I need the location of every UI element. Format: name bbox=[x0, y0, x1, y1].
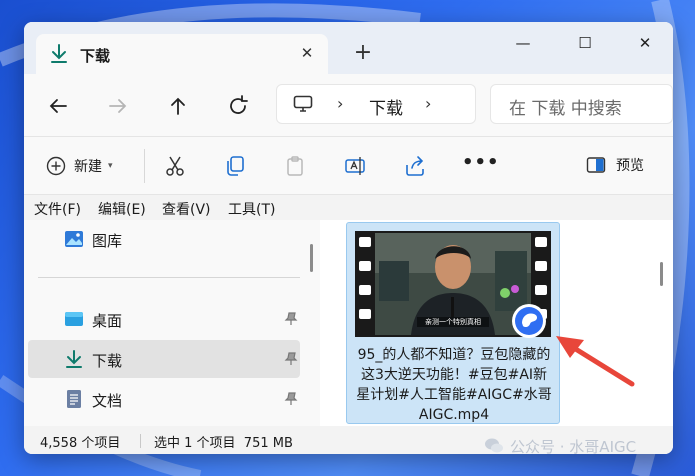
menu-tools[interactable]: 工具(T) bbox=[228, 199, 275, 219]
file-list-pane: 亲测一个特别真相 95_的人都不知道？豆包隐藏的这3大逆天功能！#豆包#AI新星… bbox=[324, 220, 673, 426]
preview-label: 预览 bbox=[616, 158, 644, 174]
divider bbox=[144, 149, 145, 183]
forward-arrow-icon[interactable] bbox=[106, 94, 130, 118]
title-bar: 下载 ✕ + — ☐ ✕ bbox=[24, 22, 673, 74]
menu-edit[interactable]: 编辑(E) bbox=[98, 199, 146, 219]
menu-file[interactable]: 文件(F) bbox=[34, 199, 81, 219]
sidebar-item-downloads[interactable]: 下载 bbox=[28, 340, 300, 378]
paste-icon[interactable] bbox=[284, 155, 306, 177]
search-box[interactable]: 在 下载 中搜索 bbox=[490, 84, 673, 124]
refresh-icon[interactable] bbox=[226, 94, 250, 118]
chevron-down-icon: ▾ bbox=[108, 161, 113, 171]
sidebar-item-label: 图库 bbox=[92, 232, 123, 250]
desktop-icon bbox=[65, 312, 83, 326]
sidebar-item-gallery[interactable]: 图库 bbox=[28, 220, 300, 258]
selection-info: 选中 1 个项目 751 MB bbox=[154, 436, 293, 451]
tab-close-icon[interactable]: ✕ bbox=[298, 44, 316, 62]
pin-icon[interactable] bbox=[284, 392, 298, 406]
download-icon bbox=[51, 44, 67, 63]
more-options-icon[interactable]: ••• bbox=[462, 152, 500, 173]
gallery-icon bbox=[65, 231, 83, 247]
sidebar-item-desktop[interactable]: 桌面 bbox=[28, 300, 300, 338]
file-explorer-window: 下载 ✕ + — ☐ ✕ › 下载 › 在 下载 中搜索 新建 ▾ ••• 预览… bbox=[24, 22, 673, 454]
maximize-icon[interactable]: ☐ bbox=[570, 32, 600, 54]
file-scrollbar[interactable] bbox=[660, 262, 663, 286]
watermark-text: 公众号 · 水哥AIGC bbox=[510, 437, 637, 456]
tab-title: 下载 bbox=[80, 47, 111, 65]
new-tab-icon[interactable]: + bbox=[352, 42, 374, 64]
pin-icon[interactable] bbox=[284, 352, 298, 366]
new-button-label: 新建 bbox=[74, 159, 102, 175]
wechat-icon bbox=[485, 438, 503, 453]
rename-icon[interactable] bbox=[344, 155, 366, 177]
cut-icon[interactable] bbox=[164, 155, 186, 177]
address-bar[interactable]: › 下载 › bbox=[276, 84, 476, 124]
sidebar-item-label: 桌面 bbox=[92, 312, 123, 330]
file-name: 95_的人都不知道？豆包隐藏的这3大逆天功能！#豆包#AI新星计划#人工智能#A… bbox=[356, 347, 552, 423]
tab-downloads[interactable]: 下载 ✕ bbox=[36, 34, 328, 74]
download-icon bbox=[66, 350, 82, 368]
breadcrumb-chevron-icon[interactable]: › bbox=[425, 94, 431, 113]
up-arrow-icon[interactable] bbox=[166, 94, 190, 118]
copy-icon[interactable] bbox=[224, 155, 246, 177]
command-bar: 新建 ▾ ••• 预览 bbox=[24, 136, 673, 194]
sidebar-item-label: 下载 bbox=[92, 352, 123, 370]
preview-pane-icon bbox=[586, 157, 606, 173]
computer-icon bbox=[293, 95, 313, 112]
nav-divider bbox=[38, 277, 300, 278]
menu-view[interactable]: 查看(V) bbox=[162, 199, 211, 219]
divider bbox=[140, 434, 141, 448]
search-input[interactable]: 在 下载 中搜索 bbox=[509, 94, 622, 119]
doubao-app-badge-icon bbox=[512, 304, 546, 338]
sidebar-item-label: 文档 bbox=[92, 392, 123, 410]
watermark: 公众号 · 水哥AIGC bbox=[484, 434, 636, 458]
nav-scrollbar[interactable] bbox=[310, 244, 313, 272]
document-icon bbox=[67, 390, 81, 408]
share-icon[interactable] bbox=[404, 155, 426, 177]
minimize-icon[interactable]: — bbox=[508, 32, 538, 54]
preview-button[interactable]: 预览 bbox=[586, 155, 644, 175]
close-window-icon[interactable]: ✕ bbox=[630, 32, 660, 54]
content-area: 图库 桌面 下载 文档 亲测一个特别真相 95_的人都不知道？豆包隐藏的这3大逆… bbox=[24, 220, 673, 426]
plus-circle-icon bbox=[46, 156, 66, 176]
item-count: 4,558 个项目 bbox=[40, 436, 121, 451]
sidebar-item-documents[interactable]: 文档 bbox=[28, 380, 300, 418]
breadcrumb-chevron-icon[interactable]: › bbox=[337, 94, 343, 113]
file-item-video[interactable]: 亲测一个特别真相 95_的人都不知道？豆包隐藏的这3大逆天功能！#豆包#AI新星… bbox=[346, 222, 560, 424]
new-button[interactable]: 新建 ▾ bbox=[46, 155, 113, 177]
annotation-arrow-icon bbox=[556, 336, 635, 387]
thumbnail-subtitle: 亲测一个特别真相 bbox=[425, 318, 481, 326]
navigation-pane: 图库 桌面 下载 文档 bbox=[24, 220, 320, 426]
menu-bar: 文件(F) 编辑(E) 查看(V) 工具(T) bbox=[24, 194, 673, 220]
back-arrow-icon[interactable] bbox=[46, 94, 70, 118]
pin-icon[interactable] bbox=[284, 312, 298, 326]
navigation-bar: › 下载 › 在 下载 中搜索 bbox=[24, 74, 673, 136]
breadcrumb-downloads[interactable]: 下载 bbox=[369, 94, 403, 119]
